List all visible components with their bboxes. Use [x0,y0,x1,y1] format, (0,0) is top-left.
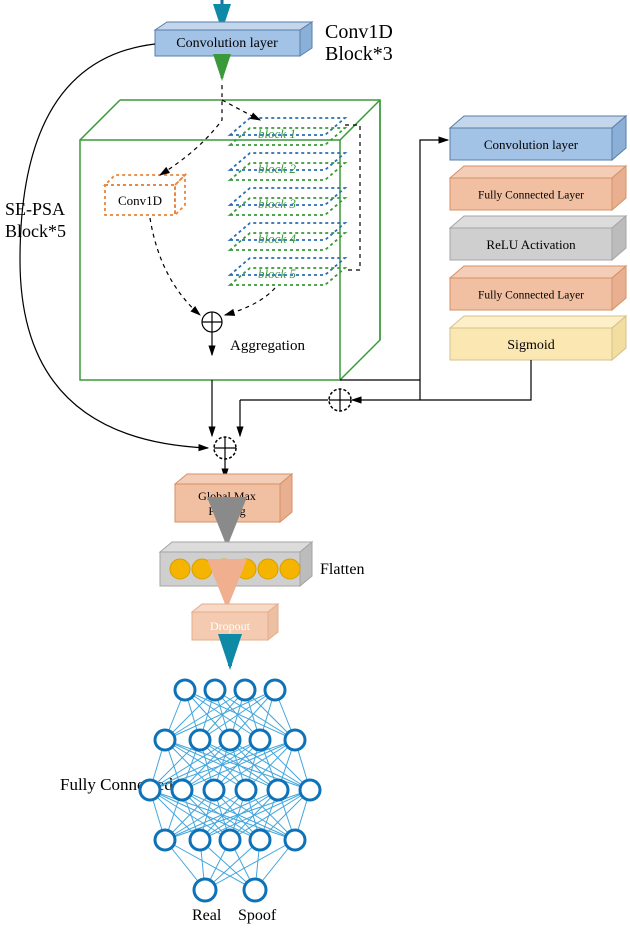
cube-to-right [340,140,448,380]
conv-layer-label: Convolution layer [176,36,278,51]
block-4-label: block 4 [258,231,296,246]
long-skip [20,44,208,448]
right-conv-label: Convolution layer [484,137,579,152]
conv1d-block-label-2: Block*3 [325,43,393,65]
block-skip [345,125,360,270]
architecture-diagram: Convolution layer Conv1D Block*3 SE-PSA … [0,0,630,934]
flow-conv1d-down [150,218,200,315]
block-2-label: block 2 [258,161,296,176]
conv1d-inner-label: Conv1D [118,193,162,208]
aggregation-label: Aggregation [230,338,305,354]
mul-node-2 [214,437,236,459]
flatten-block [160,542,312,586]
conv1d-block-label-1: Conv1D [325,21,393,43]
block-3-label: block 3 [258,196,296,211]
dropout-label: Dropout [210,619,251,633]
right-stack: Convolution layer Fully Connected Layer … [450,116,626,360]
gmp-label-2: Pooling [208,504,245,518]
dropout-block: Dropout [192,604,278,640]
aggregation-node [202,312,222,332]
right-fc2-label: Fully Connected Layer [478,290,584,302]
block-1-label: block 1 [258,126,296,141]
flow-to-blocks [222,100,260,120]
sepsa-label-1: SE-PSA [5,199,65,219]
flatten-label: Flatten [320,561,364,578]
flow-to-conv1d [160,85,222,175]
flow-blocks-down [225,288,275,315]
gmp-label-1: Global Max [198,489,256,503]
block-stack: block 1 block 2 block 3 block 4 block 5 [230,118,345,285]
out-spoof: Spoof [238,907,277,924]
right-relu-label: ReLU Activation [486,237,576,252]
right-fc1-label: Fully Connected Layer [478,190,584,202]
conv-layer-block: Convolution layer [155,22,312,56]
block-5-label: block 5 [258,266,296,281]
out-real: Real [192,907,222,924]
right-sigmoid-label: Sigmoid [507,338,554,353]
mul-node-1 [329,389,351,411]
global-max-pooling-block: Global Max Pooling [175,474,292,522]
sepsa-label-2: Block*5 [5,221,66,241]
conv1d-inner: Conv1D [105,175,185,215]
